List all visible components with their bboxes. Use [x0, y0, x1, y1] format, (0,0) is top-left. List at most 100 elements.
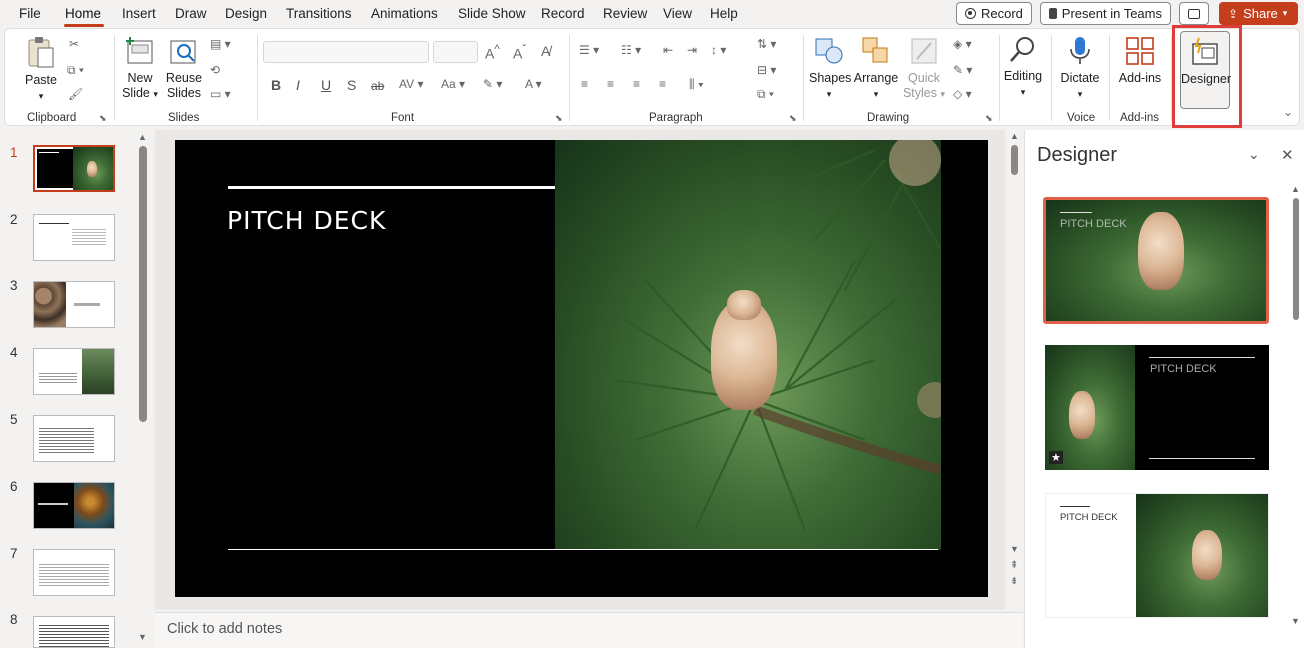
justify-icon[interactable]: ≡: [659, 77, 666, 91]
layout-icon[interactable]: ▤ ▾: [210, 37, 231, 51]
slide-title[interactable]: PITCH DECK: [227, 206, 386, 235]
slide-1[interactable]: PITCH DECK: [175, 140, 988, 597]
copy-icon[interactable]: ⧉ ▾: [67, 63, 84, 78]
bold-button[interactable]: B: [271, 77, 281, 93]
italic-button[interactable]: I: [296, 77, 300, 93]
change-case-icon[interactable]: Aa ▾: [441, 77, 465, 91]
highlight-icon[interactable]: ✎ ▾: [483, 77, 502, 91]
align-left-icon[interactable]: ≡: [581, 77, 588, 91]
clipboard-group-label: Clipboard: [27, 112, 77, 124]
designer-scrollbar[interactable]: [1293, 198, 1299, 320]
design-idea-title: PITCH DECK: [1060, 218, 1127, 230]
dialog-launcher-icon[interactable]: ⬊: [555, 113, 563, 124]
chevron-down-icon[interactable]: ⌄: [1248, 146, 1260, 163]
quick-styles-button[interactable]: Quick Styles ▾: [901, 31, 947, 102]
smartart-icon[interactable]: ⧉ ▾: [757, 87, 774, 102]
shape-outline-icon[interactable]: ✎ ▾: [953, 63, 972, 77]
paste-button[interactable]: Paste ▾: [23, 31, 59, 104]
add-ins-button[interactable]: Add-ins: [1115, 31, 1165, 86]
add-ins-group-label: Add-ins: [1120, 112, 1159, 124]
notes-pane[interactable]: Click to add notes: [155, 612, 1023, 648]
new-slide-button[interactable]: New Slide ▾: [119, 31, 161, 102]
increase-font-icon[interactable]: A^: [485, 43, 500, 62]
shape-fill-icon[interactable]: ◈ ▾: [953, 37, 972, 51]
bullets-icon[interactable]: ☰ ▾: [579, 43, 599, 57]
slide-thumbnail-7[interactable]: [33, 549, 115, 596]
close-icon[interactable]: ✕: [1281, 146, 1294, 164]
underline-button[interactable]: U: [321, 77, 331, 93]
slide-thumbnail-3[interactable]: [33, 281, 115, 328]
font-name-combo[interactable]: [263, 41, 429, 63]
shadow-button[interactable]: S: [347, 77, 356, 93]
slide-thumbnail-4[interactable]: [33, 348, 115, 395]
align-right-icon[interactable]: ≡: [633, 77, 640, 91]
decrease-font-icon[interactable]: Aˇ: [513, 43, 526, 62]
slide-thumbnail-8[interactable]: [33, 616, 115, 648]
scroll-up-icon[interactable]: ▲: [138, 132, 147, 142]
format-painter-icon[interactable]: 🖌: [68, 87, 83, 101]
reuse-slides-button[interactable]: Reuse Slides: [165, 31, 203, 101]
numbering-icon[interactable]: ☷ ▾: [621, 43, 641, 57]
clear-formatting-icon[interactable]: A̸: [541, 43, 550, 59]
scroll-down-icon[interactable]: ▼: [1010, 544, 1019, 554]
tab-insert[interactable]: Insert: [122, 6, 156, 21]
dialog-launcher-icon[interactable]: ⬊: [789, 113, 797, 124]
scroll-down-icon[interactable]: ▼: [1291, 616, 1300, 626]
slide-thumbnail-2[interactable]: [33, 214, 115, 261]
arrange-button[interactable]: Arrange ▾: [853, 31, 899, 102]
char-spacing-icon[interactable]: AV ▾: [399, 77, 423, 91]
comments-button[interactable]: [1179, 2, 1209, 25]
tab-slide-show[interactable]: Slide Show: [458, 6, 526, 21]
scroll-up-icon[interactable]: ▲: [1291, 184, 1300, 194]
slide-thumbnail-1[interactable]: [33, 145, 115, 192]
design-idea-1[interactable]: PITCH DECK: [1043, 197, 1269, 324]
dialog-launcher-icon[interactable]: ⬊: [99, 113, 107, 124]
reset-icon[interactable]: ⟲: [210, 63, 220, 77]
previous-slide-icon[interactable]: ⇞: [1010, 560, 1018, 571]
tab-record[interactable]: Record: [541, 6, 585, 21]
tab-view[interactable]: View: [663, 6, 692, 21]
design-idea-3[interactable]: PITCH DECK: [1045, 493, 1269, 618]
shape-effects-icon[interactable]: ◇ ▾: [953, 87, 972, 101]
scroll-down-icon[interactable]: ▼: [138, 632, 147, 642]
slide-thumbnail-5[interactable]: [33, 415, 115, 462]
design-idea-2[interactable]: PITCH DECK ★: [1045, 345, 1269, 470]
tab-draw[interactable]: Draw: [175, 6, 207, 21]
columns-icon[interactable]: ⫼ ▾: [689, 77, 704, 92]
section-icon[interactable]: ▭ ▾: [210, 87, 231, 101]
slide-scrollbar[interactable]: [1011, 145, 1018, 175]
editing-button[interactable]: Editing ▾: [1003, 31, 1043, 100]
dialog-launcher-icon[interactable]: ⬊: [985, 113, 993, 124]
font-size-combo[interactable]: [433, 41, 478, 63]
align-center-icon[interactable]: ≡: [607, 77, 614, 91]
decrease-indent-icon[interactable]: ⇤: [663, 43, 673, 57]
record-button[interactable]: Record: [956, 2, 1032, 25]
tab-home[interactable]: Home: [65, 6, 101, 21]
tab-file[interactable]: File: [19, 6, 41, 21]
pine-image[interactable]: [555, 140, 941, 550]
designer-button[interactable]: Designer: [1180, 31, 1231, 109]
share-icon: ⇪: [1228, 6, 1239, 21]
tab-transitions[interactable]: Transitions: [286, 6, 352, 21]
align-text-icon[interactable]: ⊟ ▾: [757, 63, 776, 77]
paragraph-group-label: Paragraph: [649, 112, 703, 124]
increase-indent-icon[interactable]: ⇥: [687, 43, 697, 57]
present-in-teams-button[interactable]: Present in Teams: [1040, 2, 1171, 25]
cut-icon[interactable]: ✂: [69, 37, 79, 51]
strikethrough-button[interactable]: ab: [371, 79, 384, 93]
tab-design[interactable]: Design: [225, 6, 267, 21]
tab-help[interactable]: Help: [710, 6, 738, 21]
thumbnail-scrollbar[interactable]: [139, 146, 147, 422]
next-slide-icon[interactable]: ⇟: [1010, 576, 1018, 587]
share-button[interactable]: ⇪ Share ▾: [1219, 2, 1298, 25]
collapse-ribbon-icon[interactable]: ⌄: [1283, 105, 1293, 119]
tab-animations[interactable]: Animations: [371, 6, 438, 21]
font-color-icon[interactable]: A ▾: [525, 77, 542, 91]
text-direction-icon[interactable]: ⇅ ▾: [757, 37, 776, 51]
tab-review[interactable]: Review: [603, 6, 647, 21]
dictate-button[interactable]: Dictate ▾: [1059, 31, 1101, 102]
scroll-up-icon[interactable]: ▲: [1010, 131, 1019, 141]
line-spacing-icon[interactable]: ↕ ▾: [711, 43, 726, 57]
slide-thumbnail-6[interactable]: [33, 482, 115, 529]
shapes-button[interactable]: Shapes ▾: [809, 31, 851, 102]
